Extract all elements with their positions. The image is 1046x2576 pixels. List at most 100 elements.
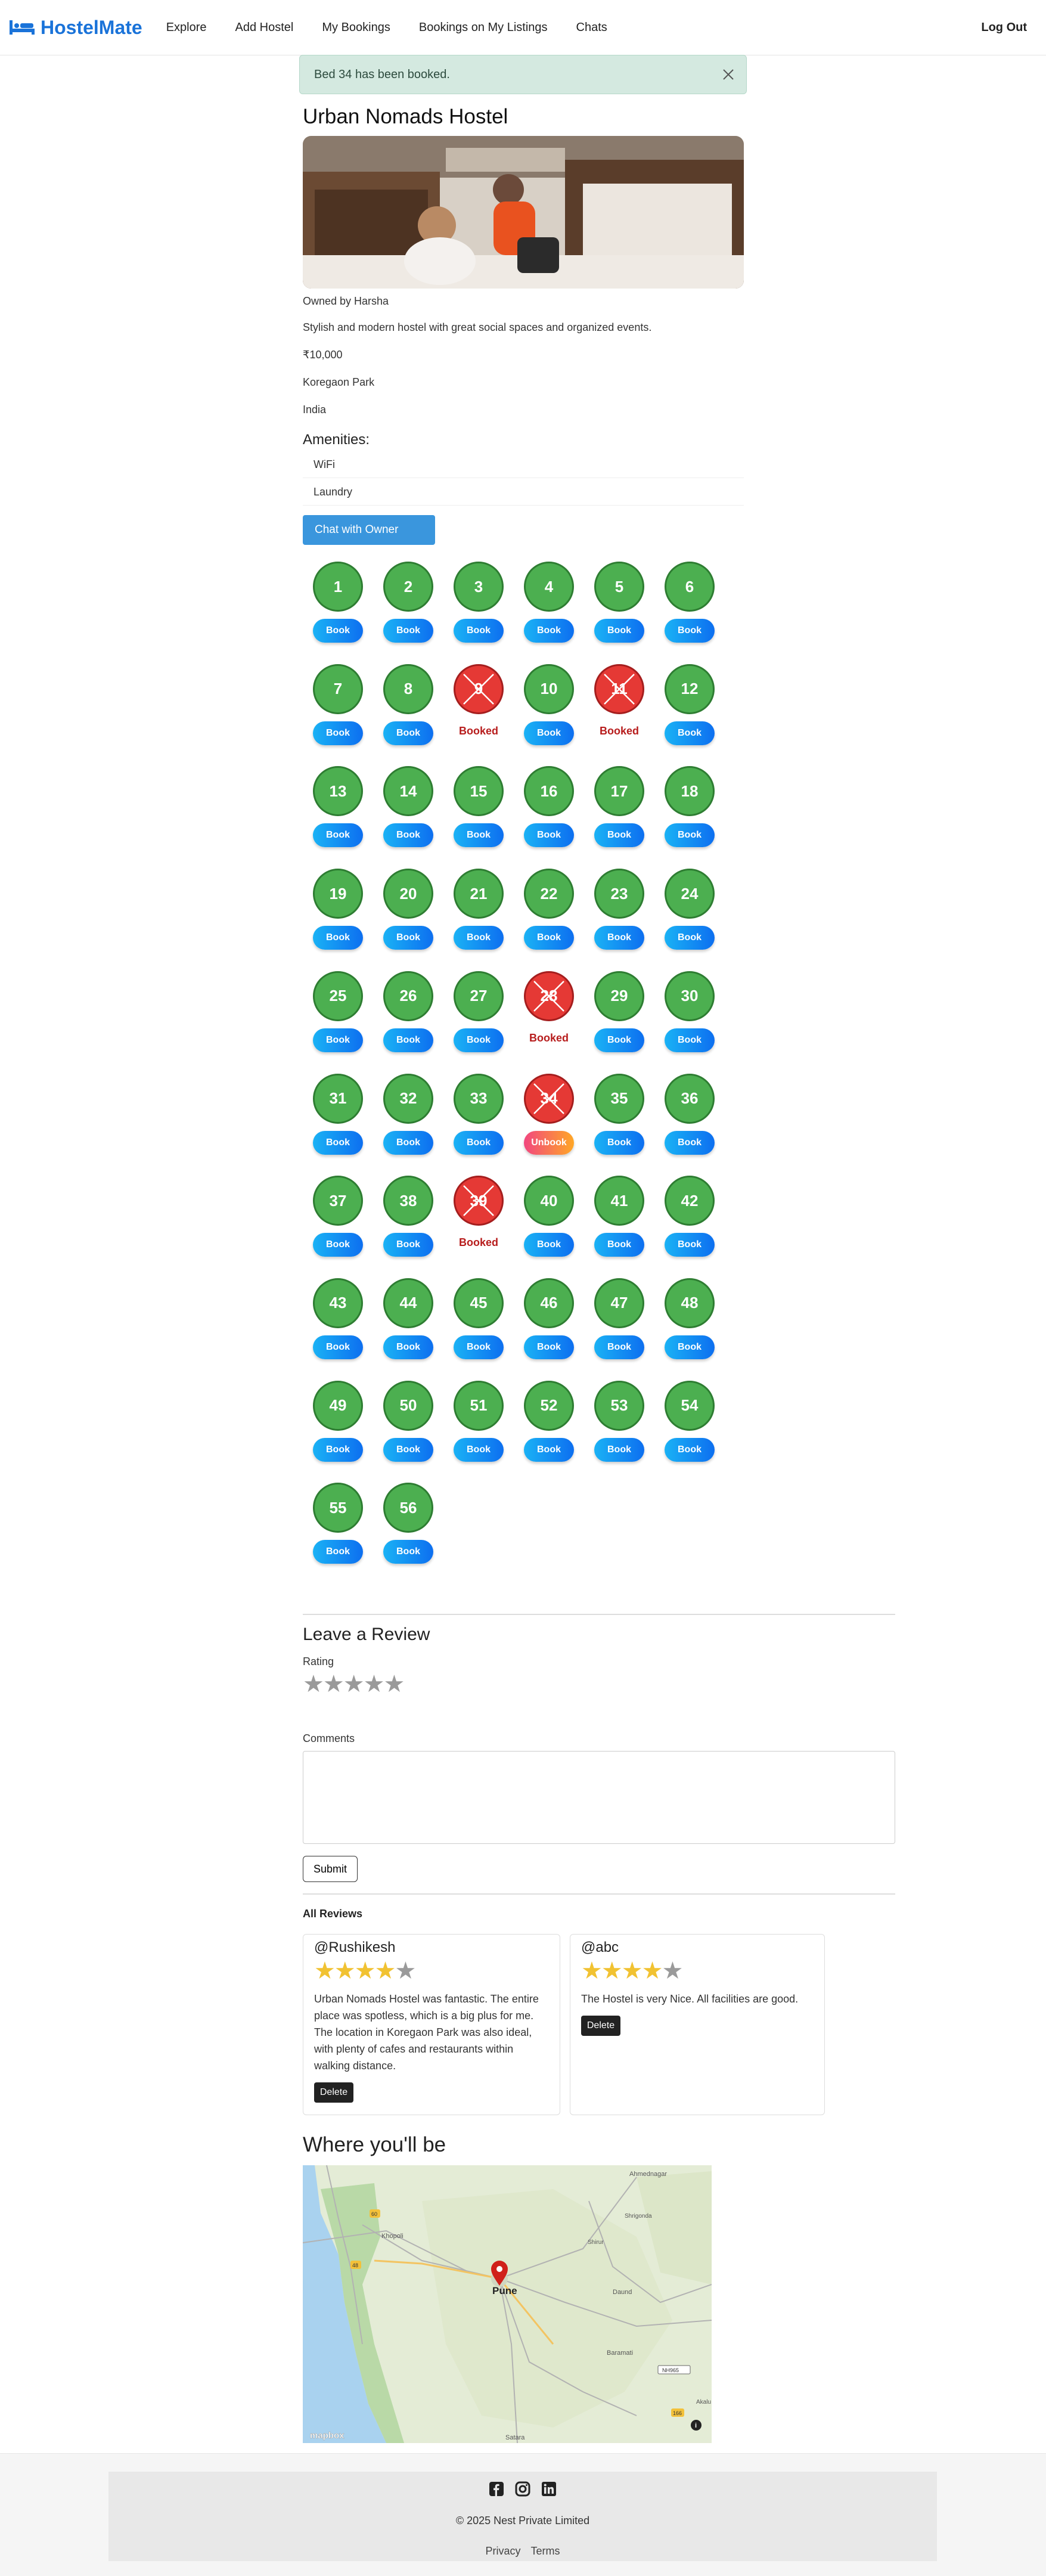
- book-button[interactable]: Book: [383, 926, 433, 950]
- book-button[interactable]: Book: [313, 1540, 363, 1564]
- book-button[interactable]: Book: [454, 1437, 504, 1462]
- book-button[interactable]: Book: [594, 619, 644, 643]
- bed-item: 28 Booked: [514, 968, 584, 1070]
- amenity-item: Laundry: [303, 478, 744, 506]
- book-button[interactable]: Book: [594, 1233, 644, 1257]
- book-button[interactable]: Book: [383, 1130, 433, 1155]
- book-button[interactable]: Book: [313, 1028, 363, 1052]
- book-button[interactable]: Book: [665, 1437, 715, 1462]
- book-button[interactable]: Book: [313, 823, 363, 848]
- star-icon[interactable]: ★: [343, 1671, 365, 1697]
- listing-details: Urban Nomads Hostel Owned by Harsha Styl…: [303, 105, 744, 545]
- book-button[interactable]: Book: [454, 619, 504, 643]
- book-button[interactable]: Book: [313, 1130, 363, 1155]
- bed-circle: 15: [454, 766, 504, 817]
- book-button[interactable]: Book: [524, 823, 574, 848]
- book-button[interactable]: Book: [383, 1233, 433, 1257]
- book-button[interactable]: Book: [383, 721, 433, 745]
- book-button[interactable]: Book: [383, 823, 433, 848]
- terms-link[interactable]: Terms: [531, 2545, 560, 2557]
- bed-circle: 34: [524, 1073, 574, 1124]
- book-button[interactable]: Book: [665, 1233, 715, 1257]
- privacy-link[interactable]: Privacy: [485, 2545, 520, 2557]
- delete-review-button[interactable]: Delete: [581, 2016, 620, 2036]
- book-button[interactable]: Book: [383, 619, 433, 643]
- book-button[interactable]: Book: [313, 1233, 363, 1257]
- instagram-icon[interactable]: [515, 2481, 530, 2497]
- brand-name: HostelMate: [41, 16, 142, 38]
- star-icon[interactable]: ★: [303, 1671, 324, 1697]
- unbook-button[interactable]: Unbook: [524, 1130, 574, 1155]
- nav-add-hostel[interactable]: Add Hostel: [235, 21, 294, 35]
- book-button[interactable]: Book: [524, 1233, 574, 1257]
- booked-cross-icon: [463, 1185, 494, 1217]
- listing-title: Urban Nomads Hostel: [303, 105, 508, 128]
- book-button[interactable]: Book: [594, 1437, 644, 1462]
- location-map[interactable]: Ahmednagar Khopoli Pune Shirur Daund Bar…: [303, 2165, 712, 2443]
- bed-item: 31 Book: [303, 1070, 373, 1173]
- book-button[interactable]: Book: [665, 926, 715, 950]
- book-button[interactable]: Book: [313, 926, 363, 950]
- listing-price: ₹10,000: [303, 349, 343, 361]
- close-icon[interactable]: [720, 66, 737, 83]
- bed-circle: 51: [454, 1380, 504, 1431]
- nav-explore[interactable]: Explore: [166, 21, 207, 35]
- comments-textarea[interactable]: [303, 1751, 895, 1844]
- book-button[interactable]: Book: [524, 926, 574, 950]
- book-button[interactable]: Book: [524, 1437, 574, 1462]
- bed-circle: 53: [594, 1380, 644, 1431]
- rating-stars[interactable]: ★★★★★: [303, 1670, 895, 1698]
- bed-circle: 52: [524, 1380, 574, 1431]
- book-button[interactable]: Book: [454, 1335, 504, 1359]
- book-button[interactable]: Book: [454, 926, 504, 950]
- book-button[interactable]: Book: [383, 1540, 433, 1564]
- bed-circle: 9: [454, 664, 504, 714]
- book-button[interactable]: Book: [665, 619, 715, 643]
- bed-circle: 29: [594, 971, 644, 1021]
- book-button[interactable]: Book: [383, 1437, 433, 1462]
- bed-circle: 41: [594, 1176, 644, 1226]
- delete-review-button[interactable]: Delete: [314, 2082, 353, 2103]
- star-icon[interactable]: ★: [383, 1671, 405, 1697]
- star-icon[interactable]: ★: [364, 1671, 385, 1697]
- book-button[interactable]: Book: [454, 1028, 504, 1052]
- success-alert: Bed 34 has been booked.: [299, 55, 747, 94]
- book-button[interactable]: Book: [665, 1335, 715, 1359]
- book-button[interactable]: Book: [313, 721, 363, 745]
- star-icon: ★: [641, 1958, 663, 1984]
- nav-my-bookings[interactable]: My Bookings: [322, 21, 390, 35]
- book-button[interactable]: Book: [524, 721, 574, 745]
- book-button[interactable]: Book: [665, 823, 715, 848]
- book-button[interactable]: Book: [665, 1028, 715, 1052]
- book-button[interactable]: Book: [383, 1335, 433, 1359]
- book-button[interactable]: Book: [665, 1130, 715, 1155]
- book-button[interactable]: Book: [594, 823, 644, 848]
- book-button[interactable]: Book: [313, 619, 363, 643]
- map-place-daund: Daund: [613, 2289, 632, 2296]
- navbar: HostelMate Explore Add Hostel My Booking…: [0, 0, 1046, 55]
- linkedin-icon[interactable]: [541, 2481, 557, 2497]
- bed-circle: 19: [313, 869, 363, 919]
- book-button[interactable]: Book: [524, 619, 574, 643]
- divider: [303, 1893, 895, 1895]
- book-button[interactable]: Book: [383, 1028, 433, 1052]
- book-button[interactable]: Book: [665, 721, 715, 745]
- brand-logo[interactable]: HostelMate: [8, 17, 142, 39]
- book-button[interactable]: Book: [594, 1335, 644, 1359]
- nav-chats[interactable]: Chats: [576, 21, 607, 35]
- book-button[interactable]: Book: [524, 1335, 574, 1359]
- bed-item: 40 Book: [514, 1172, 584, 1275]
- chat-with-owner-button[interactable]: Chat with Owner: [303, 515, 435, 545]
- book-button[interactable]: Book: [454, 1130, 504, 1155]
- submit-review-button[interactable]: Submit: [303, 1856, 358, 1882]
- book-button[interactable]: Book: [454, 823, 504, 848]
- book-button[interactable]: Book: [313, 1335, 363, 1359]
- logout-link[interactable]: Log Out: [981, 21, 1027, 35]
- book-button[interactable]: Book: [594, 926, 644, 950]
- facebook-icon[interactable]: [489, 2481, 504, 2497]
- book-button[interactable]: Book: [594, 1130, 644, 1155]
- star-icon[interactable]: ★: [323, 1671, 344, 1697]
- book-button[interactable]: Book: [594, 1028, 644, 1052]
- book-button[interactable]: Book: [313, 1437, 363, 1462]
- nav-bookings-on-my-listings[interactable]: Bookings on My Listings: [419, 21, 548, 35]
